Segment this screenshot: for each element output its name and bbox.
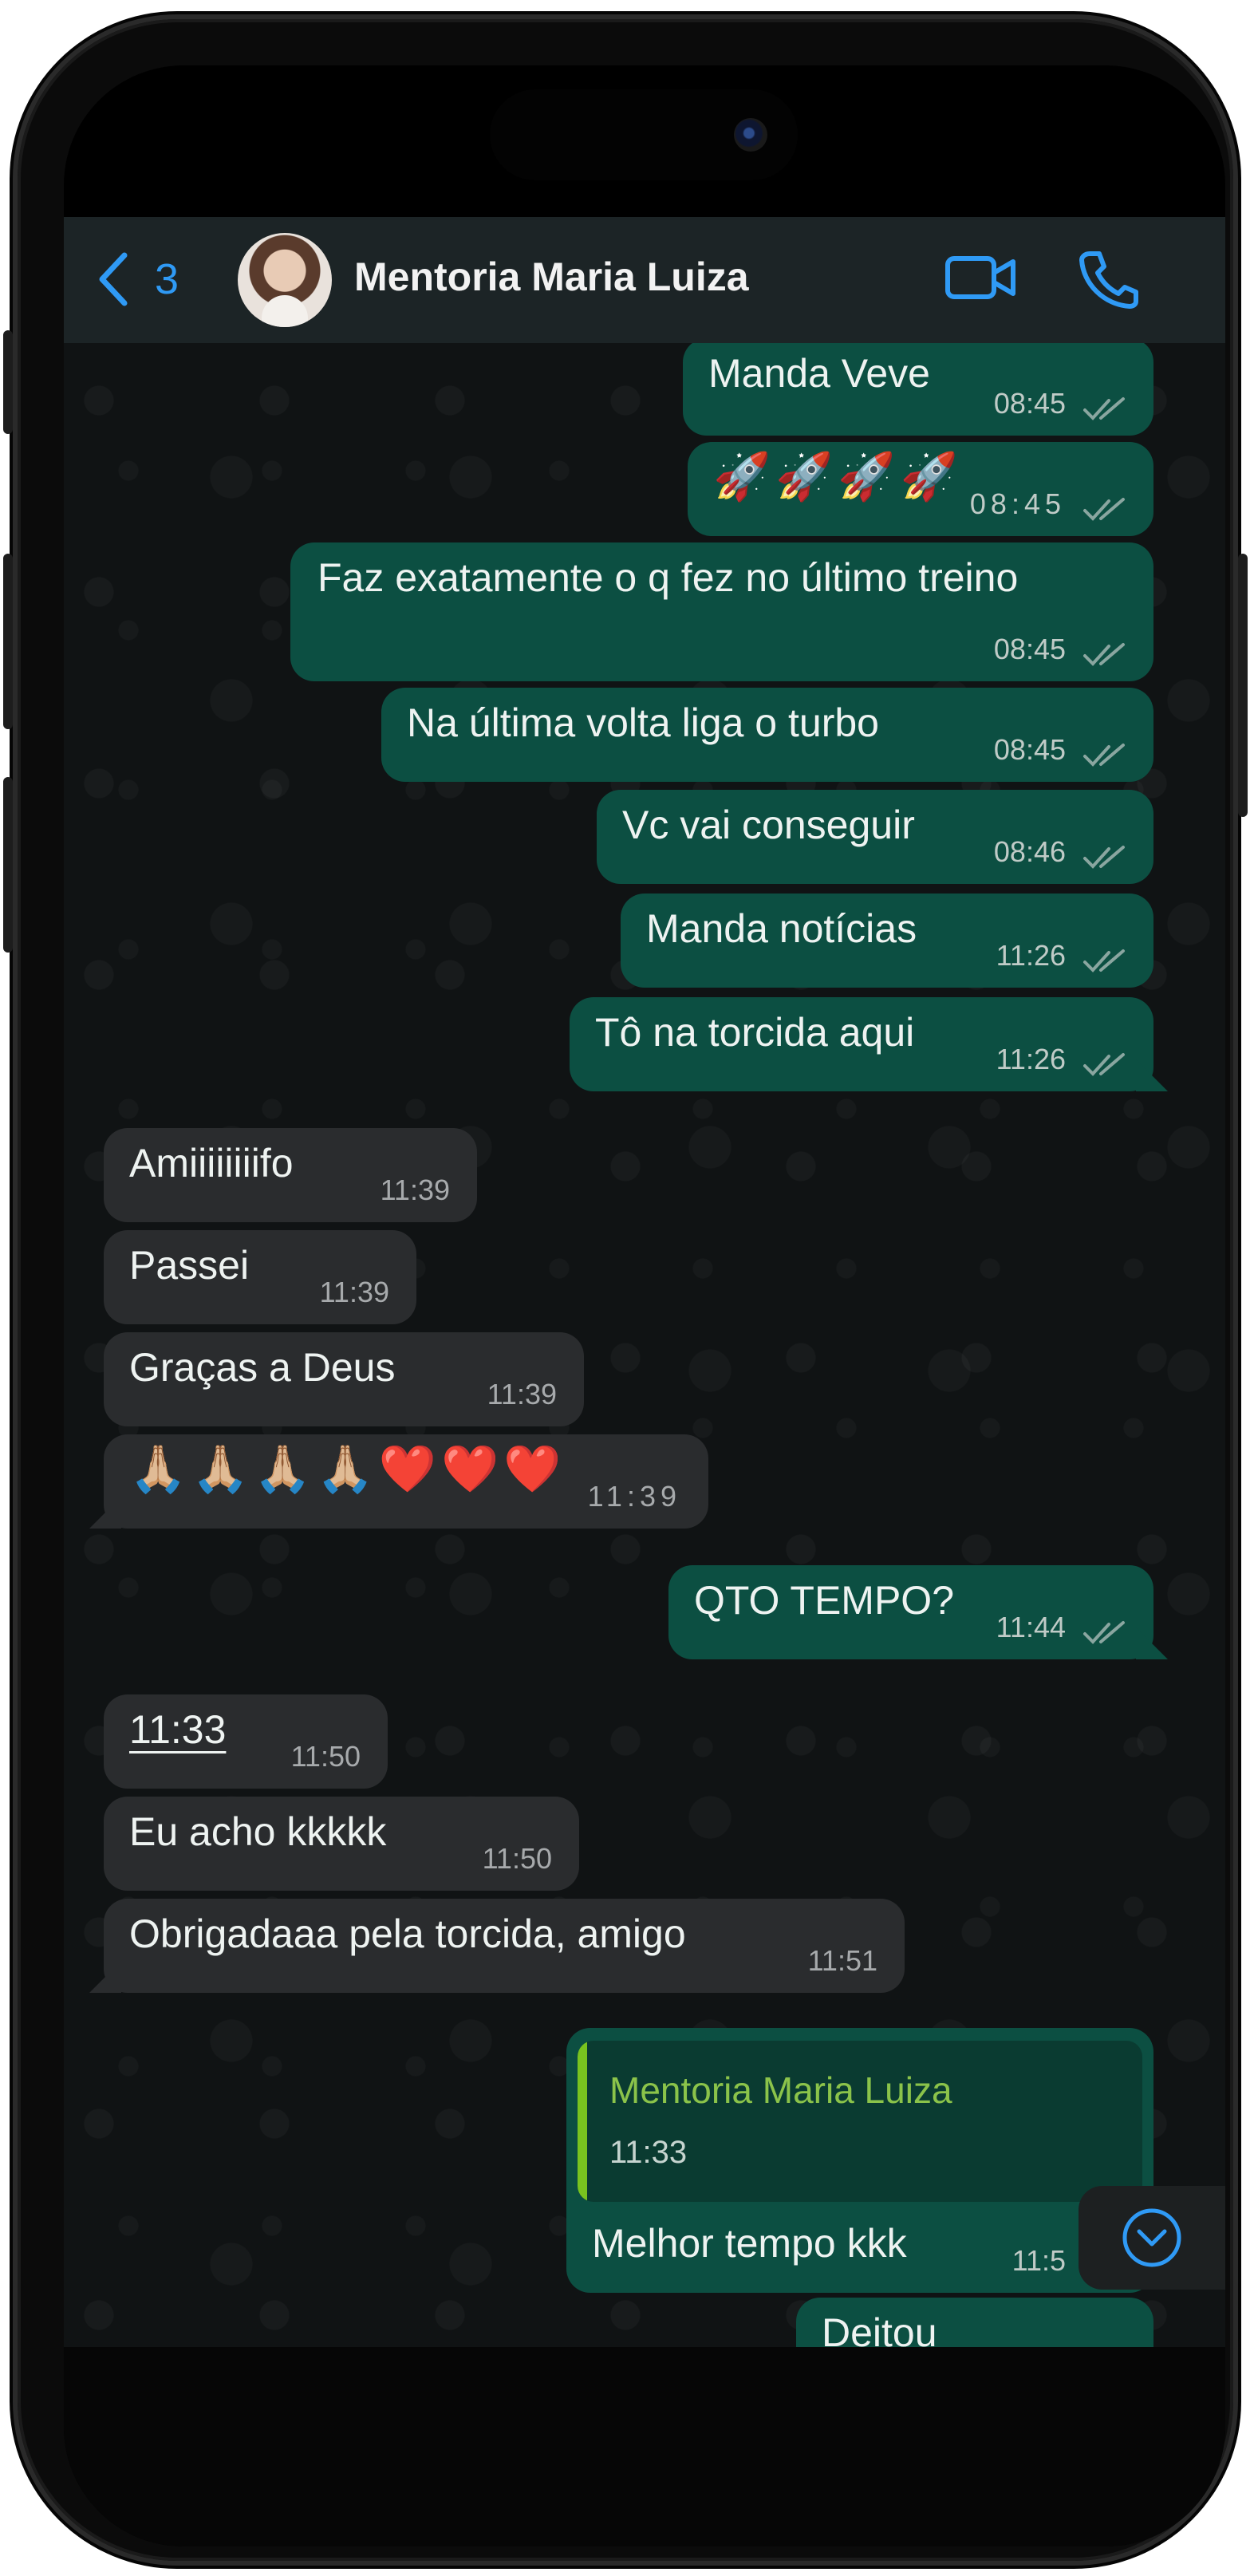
read-ticks-icon xyxy=(1083,397,1125,420)
message-text: Faz exatamente o q fez no último treino xyxy=(317,555,1019,600)
message-time: 11:26 xyxy=(996,1043,1066,1075)
read-ticks-icon xyxy=(1083,643,1125,666)
message-time: 11:39 xyxy=(487,1378,557,1410)
scroll-to-bottom-button[interactable] xyxy=(1079,2186,1225,2290)
chevron-down-circle-icon xyxy=(1122,2208,1181,2267)
message-time: 08:45 xyxy=(969,487,1066,520)
read-ticks-icon xyxy=(1083,949,1125,972)
phone-call-icon xyxy=(1079,251,1138,309)
message-bubble[interactable]: 🙏🏼🙏🏼🙏🏼🙏🏼❤️❤️❤️ 11:39 xyxy=(104,1434,708,1529)
bottom-bar xyxy=(64,2347,1225,2546)
dynamic-island xyxy=(490,89,798,180)
message-time: 11:50 xyxy=(290,1740,361,1773)
read-ticks-icon xyxy=(1083,1621,1125,1644)
message-bubble[interactable]: Vc vai conseguir 08:46 xyxy=(597,790,1153,884)
message-text: Manda notícias xyxy=(646,906,917,951)
video-call-icon xyxy=(945,256,1015,299)
read-ticks-icon xyxy=(1083,744,1125,767)
message-time: 08:45 xyxy=(993,733,1066,766)
message-text[interactable]: 11:33 xyxy=(129,1707,226,1752)
message-bubble[interactable]: Manda notícias 11:26 xyxy=(621,894,1153,988)
message-time: 11:44 xyxy=(996,1611,1066,1643)
message-time: 11:39 xyxy=(319,1276,389,1308)
message-bubble[interactable]: 🚀🚀🚀🚀 08:45 xyxy=(688,442,1153,536)
reply-message-bubble[interactable]: Mentoria Maria Luiza 11:33 Melhor tempo … xyxy=(566,2028,1153,2293)
message-time: 11:39 xyxy=(380,1174,450,1206)
message-bubble[interactable]: Obrigadaaa pela torcida, amigo 11:51 xyxy=(104,1899,905,1993)
message-text: Na última volta liga o turbo xyxy=(407,700,879,745)
message-text: Melhor tempo kkk xyxy=(592,2221,907,2266)
message-time: 08:45 xyxy=(993,387,1066,420)
message-text: 🙏🏼🙏🏼🙏🏼🙏🏼❤️❤️❤️ xyxy=(129,1443,566,1495)
screen: 3 Mentoria Maria Luiza Manda Veve 08:45 xyxy=(64,65,1225,2546)
chevron-left-icon xyxy=(99,252,128,306)
message-bubble[interactable]: Na última volta liga o turbo 08:45 xyxy=(381,688,1153,782)
message-bubble[interactable]: Manda Veve 08:45 xyxy=(683,343,1153,436)
chat-header: 3 Mentoria Maria Luiza xyxy=(64,217,1225,343)
message-text: Deitou xyxy=(822,2310,937,2347)
message-text: Graças a Deus xyxy=(129,1345,396,1390)
volume-up-button xyxy=(3,554,13,729)
message-bubble[interactable]: QTO TEMPO? 11:44 xyxy=(668,1565,1153,1659)
message-bubble[interactable]: Faz exatamente o q fez no último treino … xyxy=(290,542,1153,681)
message-bubble[interactable]: Eu acho kkkkk 11:50 xyxy=(104,1797,579,1891)
message-text: Obrigadaaa pela torcida, amigo xyxy=(129,1911,686,1956)
message-time: 11:39 xyxy=(587,1480,681,1513)
camera-icon xyxy=(734,118,767,152)
quote-bar xyxy=(578,2041,587,2202)
message-bubble[interactable]: 11:33 11:50 xyxy=(104,1694,388,1789)
message-text: QTO TEMPO? xyxy=(694,1578,955,1623)
message-text: Vc vai conseguir xyxy=(622,803,915,847)
message-bubble[interactable]: Tô na torcida aqui 11:26 xyxy=(570,997,1153,1091)
message-time: 11:51 xyxy=(807,1944,877,1977)
message-list[interactable]: Manda Veve 08:45 🚀🚀🚀🚀 08:45 Faz exatamen… xyxy=(64,343,1225,2347)
message-bubble[interactable]: Amiiiiiiiifo 11:39 xyxy=(104,1128,477,1222)
message-time: 11:26 xyxy=(996,939,1066,972)
message-time: 08:45 xyxy=(993,633,1066,665)
message-text: 🚀🚀🚀🚀 xyxy=(713,451,963,503)
read-ticks-icon xyxy=(1083,1053,1125,1076)
video-call-button[interactable] xyxy=(944,249,1018,310)
power-button xyxy=(1238,554,1248,817)
message-bubble[interactable]: Graças a Deus 11:39 xyxy=(104,1332,584,1426)
message-time: 11:5 xyxy=(1011,2244,1066,2277)
message-text: Amiiiiiiiifo xyxy=(129,1141,294,1185)
quoted-message[interactable]: Mentoria Maria Luiza 11:33 xyxy=(578,2041,1142,2202)
message-time: 11:51 xyxy=(996,2336,1066,2347)
mute-switch xyxy=(3,330,13,434)
volume-down-button xyxy=(3,777,13,953)
read-ticks-icon xyxy=(1083,846,1125,869)
message-text: Eu acho kkkkk xyxy=(129,1809,387,1854)
contact-name[interactable]: Mentoria Maria Luiza xyxy=(354,254,749,300)
quote-text: 11:33 xyxy=(609,2135,688,2170)
back-button[interactable]: 3 xyxy=(96,250,179,308)
phone-call-button[interactable] xyxy=(1077,249,1141,314)
avatar[interactable] xyxy=(238,233,332,327)
phone-frame: 3 Mentoria Maria Luiza Manda Veve 08:45 xyxy=(3,19,1248,2561)
read-ticks-icon xyxy=(1083,498,1125,521)
message-text: Passei xyxy=(129,1243,250,1288)
unread-count: 3 xyxy=(155,255,179,303)
message-bubble[interactable]: Deitou 11:51 xyxy=(796,2298,1153,2347)
quote-author: Mentoria Maria Luiza xyxy=(609,2069,952,2111)
message-text: Manda Veve xyxy=(708,351,930,396)
message-time: 11:50 xyxy=(482,1842,552,1875)
message-text: Tô na torcida aqui xyxy=(595,1010,915,1055)
message-bubble[interactable]: Passei 11:39 xyxy=(104,1230,416,1324)
message-time: 08:46 xyxy=(993,835,1066,868)
